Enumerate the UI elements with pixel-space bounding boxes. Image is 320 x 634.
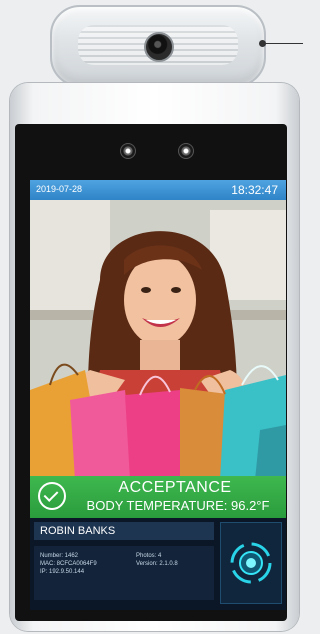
acceptance-banner: ACCEPTANCE BODY TEMPERATURE: 96.2°F [30, 476, 286, 518]
status-bar: 2019-07-28 18:32:47 [30, 180, 286, 200]
camera-feed [30, 200, 286, 480]
status-time: 18:32:47 [231, 183, 278, 197]
software-version: Version: 2.1.0.8 [136, 561, 178, 567]
result-status: ACCEPTANCE [118, 479, 232, 496]
thermal-camera-module [50, 5, 266, 87]
check-circle-icon [38, 482, 66, 510]
device-mac: MAC: 8CFCA0064F9 [40, 561, 97, 567]
person-number: Number: 1462 [40, 553, 79, 559]
ir-sensor-icon [120, 143, 136, 159]
camera-feed-image [30, 200, 286, 480]
person-name: ROBIN BANKS [34, 522, 214, 540]
callout-line [259, 40, 303, 47]
device-ip: IP: 192.9.50.144 [40, 569, 85, 575]
photos-count: Photos: 4 [136, 553, 162, 559]
display-screen: 2019-07-28 18:32:47 ACCEPTANCE BODY TEMP… [30, 180, 286, 610]
thermal-camera-icon [144, 32, 174, 62]
person-info-panel: ROBIN BANKS Number: 1462 MAC: 8CFCA0064F… [30, 518, 286, 610]
body-temperature: BODY TEMPERATURE: 96.2°F [86, 498, 270, 513]
camera-sensor-icon [178, 143, 194, 159]
person-details: Number: 1462 MAC: 8CFCA0064F9 IP: 192.9.… [34, 546, 214, 600]
status-date: 2019-07-28 [36, 184, 83, 194]
face-scan-icon [220, 522, 282, 604]
